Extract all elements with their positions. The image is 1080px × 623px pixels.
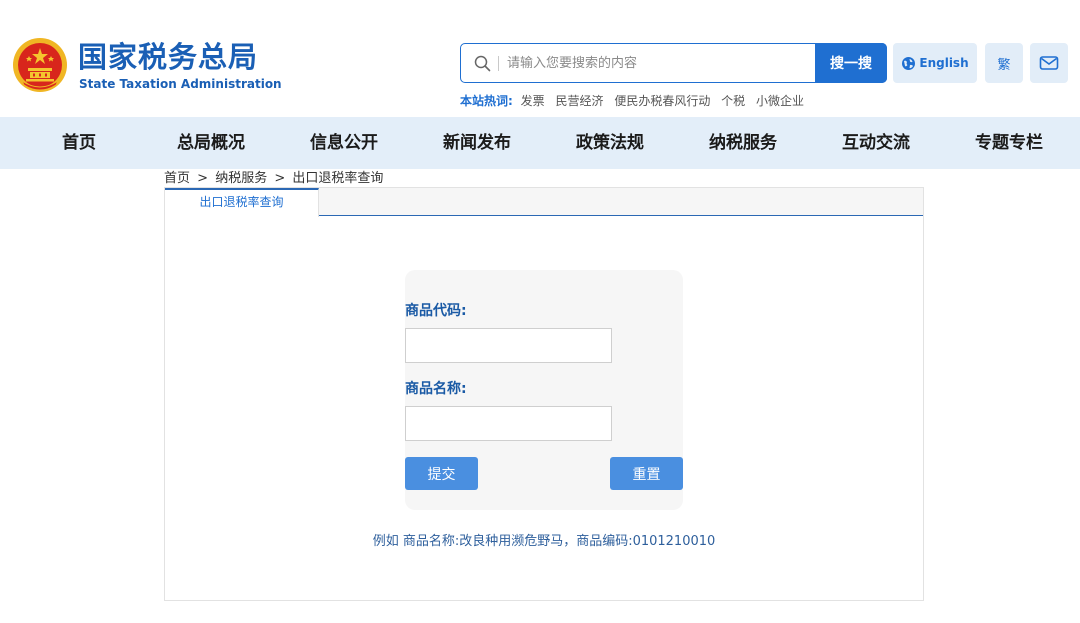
hot-word-item[interactable]: 小微企业 (756, 94, 804, 108)
site-logo-title[interactable]: 国家税务总局 (78, 40, 258, 74)
english-label: English (919, 56, 969, 70)
traditional-chinese-button[interactable]: 繁 (985, 43, 1023, 83)
query-form: 商品代码: 商品名称: 提交 重置 (405, 270, 683, 510)
submit-button[interactable]: 提交 (405, 457, 478, 490)
hot-word-item[interactable]: 便民办税春风行动 (614, 94, 710, 108)
query-panel: 出口退税率查询 商品代码: 商品名称: 提交 重置 例如 商品名称:改良种用濒危… (164, 187, 924, 601)
product-code-input[interactable] (405, 328, 612, 363)
site-header: 国家税务总局 State Taxation Administration 搜一搜… (0, 0, 1080, 117)
nav-item-policy[interactable]: 政策法规 (576, 117, 644, 169)
hot-word-item[interactable]: 发票 (521, 94, 545, 108)
hot-words: 本站热词: 发票 民营经济 便民办税春风行动 个税 小微企业 (460, 93, 811, 109)
example-hint: 例如 商品名称:改良种用濒危野马，商品编码:0101210010 (372, 534, 716, 549)
product-name-input[interactable] (405, 406, 612, 441)
product-name-label: 商品名称: (405, 381, 467, 397)
globe-icon (902, 56, 916, 70)
breadcrumb-separator: > (274, 171, 286, 186)
nav-item-home[interactable]: 首页 (62, 117, 96, 169)
breadcrumb-home[interactable]: 首页 (164, 171, 190, 186)
nav-item-news[interactable]: 新闻发布 (443, 117, 511, 169)
breadcrumb-tax-service[interactable]: 纳税服务 (215, 171, 267, 186)
hot-word-item[interactable]: 个税 (721, 94, 745, 108)
product-code-label: 商品代码: (405, 303, 467, 319)
search-divider (498, 56, 499, 71)
nav-item-interaction[interactable]: 互动交流 (842, 117, 910, 169)
mail-button[interactable] (1030, 43, 1068, 83)
national-emblem-icon[interactable] (12, 37, 68, 93)
breadcrumb: 首页 > 纳税服务 > 出口退税率查询 (164, 171, 383, 187)
hot-word-item[interactable]: 民营经济 (555, 94, 603, 108)
tab-strip: 出口退税率查询 (165, 188, 923, 217)
nav-item-disclosure[interactable]: 信息公开 (310, 117, 378, 169)
nav-item-special[interactable]: 专题专栏 (975, 117, 1043, 169)
search-button[interactable]: 搜一搜 (815, 42, 887, 83)
search-icon (474, 55, 491, 72)
nav-item-about[interactable]: 总局概况 (177, 117, 245, 169)
english-version-button[interactable]: English (893, 43, 977, 83)
tab-export-rebate-query[interactable]: 出口退税率查询 (165, 188, 319, 217)
hot-words-label: 本站热词: (460, 94, 513, 108)
search-input[interactable] (507, 52, 807, 74)
breadcrumb-current[interactable]: 出口退税率查询 (292, 171, 383, 186)
breadcrumb-separator: > (197, 171, 209, 186)
reset-button[interactable]: 重置 (610, 457, 683, 490)
main-nav: 首页 总局概况 信息公开 新闻发布 政策法规 纳税服务 互动交流 专题专栏 (0, 117, 1080, 169)
site-logo-subtitle[interactable]: State Taxation Administration (79, 77, 282, 91)
search-box: 搜一搜 (460, 42, 887, 83)
nav-item-tax-service[interactable]: 纳税服务 (709, 117, 777, 169)
mail-icon (1039, 56, 1059, 70)
